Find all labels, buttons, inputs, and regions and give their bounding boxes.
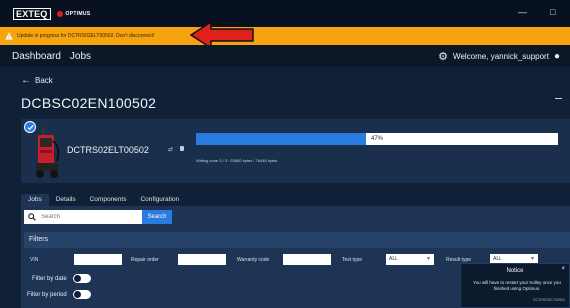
maximize-button[interactable]: □ bbox=[550, 7, 555, 17]
progress-percent: 47% bbox=[370, 136, 383, 142]
device-name: DCTRS02ELT00502 bbox=[67, 145, 149, 155]
search-input[interactable] bbox=[41, 214, 136, 220]
filter-by-period-toggle[interactable] bbox=[72, 290, 91, 299]
lock-icon bbox=[180, 146, 184, 151]
filter-by-date-row: Filter by date bbox=[32, 274, 91, 283]
title-bar: EXTEQ OPTIMUS — □ bbox=[0, 0, 570, 27]
warranty-code-input[interactable] bbox=[283, 254, 331, 265]
filters-heading[interactable]: Filters bbox=[24, 232, 570, 248]
banner-message: Update in progress for DCTRS02ELT00502. … bbox=[17, 33, 155, 39]
update-warning-banner: Update in progress for DCTRS02ELT00502. … bbox=[0, 27, 570, 45]
back-button[interactable]: ← Back bbox=[21, 75, 53, 86]
repair-order-input[interactable] bbox=[178, 254, 226, 265]
minimize-button[interactable]: — bbox=[518, 7, 527, 17]
notice-toast: × Notice You will have to restart your t… bbox=[460, 263, 570, 308]
top-nav: Dashboard Jobs ⚙ Welcome, yannick_suppor… bbox=[0, 45, 570, 67]
product-name: OPTIMUS bbox=[65, 10, 91, 17]
filter-by-date-label: Filter by date bbox=[32, 275, 67, 282]
usb-icon: ⇄ bbox=[168, 147, 174, 153]
app-window: EXTEQ OPTIMUS — □ Update in progress for… bbox=[0, 0, 570, 308]
welcome-text: Welcome, yannick_support bbox=[453, 52, 549, 61]
test-type-select[interactable]: ALL ▼ bbox=[386, 254, 434, 265]
notice-device-id: DCTRS02ELT00502 bbox=[533, 298, 565, 302]
back-label: Back bbox=[35, 76, 53, 85]
result-type-value: ALL bbox=[493, 256, 502, 262]
warning-icon bbox=[5, 32, 13, 40]
nav-dashboard[interactable]: Dashboard bbox=[12, 51, 61, 62]
chevron-down-icon: ▼ bbox=[426, 256, 431, 262]
user-account-icon[interactable]: ● bbox=[554, 51, 560, 62]
device-image bbox=[36, 127, 60, 178]
tab-strip: Jobs Details Components Configuration bbox=[21, 192, 570, 206]
filter-by-period-label: Filter by period bbox=[27, 291, 67, 298]
settings-gear-icon[interactable]: ⚙ bbox=[438, 50, 448, 63]
warranty-code-label: Warranty code bbox=[237, 257, 270, 263]
nav-jobs[interactable]: Jobs bbox=[70, 51, 91, 62]
update-progress-bar: 47% bbox=[196, 133, 558, 145]
repair-order-label: Repair order bbox=[131, 257, 159, 263]
search-bar: Search bbox=[24, 210, 172, 224]
user-area: ⚙ Welcome, yannick_support ● bbox=[438, 50, 560, 63]
notice-body: You will have to restart your trolley on… bbox=[473, 280, 561, 291]
vin-input[interactable] bbox=[74, 254, 122, 265]
brand-logo: EXTEQ bbox=[13, 7, 51, 20]
search-button[interactable]: Search bbox=[142, 210, 172, 224]
search-icon bbox=[28, 213, 36, 221]
test-type-value: ALL bbox=[389, 256, 398, 262]
filter-by-date-toggle[interactable] bbox=[72, 274, 91, 283]
tab-components[interactable]: Components bbox=[83, 194, 134, 206]
tab-jobs[interactable]: Jobs bbox=[21, 194, 49, 206]
tab-details[interactable]: Details bbox=[49, 194, 83, 206]
optimus-logo-icon bbox=[56, 10, 63, 17]
search-box bbox=[24, 210, 142, 224]
vin-label: VIN bbox=[30, 257, 39, 263]
notice-title: Notice bbox=[506, 268, 524, 274]
progress-detail: Writing zone 3 / 3 : 53600 bytes / 76448… bbox=[196, 158, 278, 163]
collapse-icon[interactable] bbox=[555, 98, 562, 99]
filter-by-period-row: Filter by period bbox=[27, 290, 91, 299]
tab-configuration[interactable]: Configuration bbox=[133, 194, 186, 206]
test-type-label: Test type bbox=[342, 257, 363, 263]
page-title: DCBSC02EN100502 bbox=[21, 95, 157, 111]
back-arrow-icon: ← bbox=[21, 75, 31, 86]
